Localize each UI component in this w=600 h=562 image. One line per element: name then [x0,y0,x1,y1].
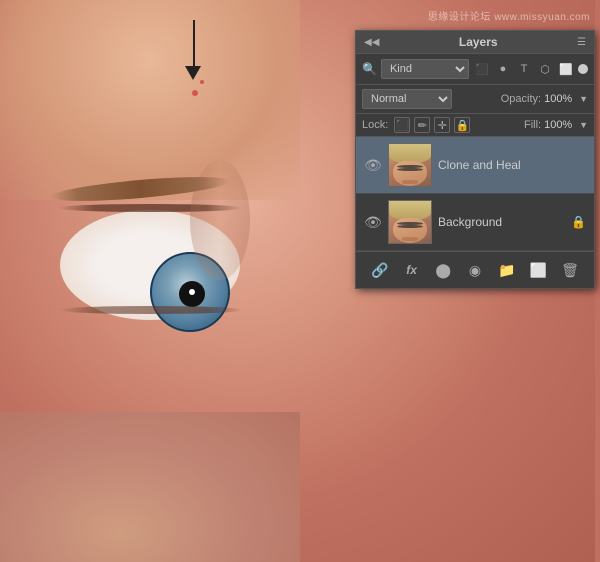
panel-title: Layers [459,35,498,49]
layer-name-2: Background [438,215,565,229]
filter-smart-icon[interactable]: ⬜ [557,60,575,78]
panel-collapse-icon[interactable]: ◀◀ [364,37,379,48]
panel-menu-icon[interactable]: ☰ [577,37,586,48]
layer-item-clone-heal[interactable]: 👁 Clone and Heal [356,137,594,194]
lock-label: Lock: [362,119,388,131]
filter-text-icon[interactable]: T [515,60,533,78]
fill-arrow[interactable]: ▼ [579,120,588,130]
delete-layer-btn[interactable]: 🗑 [558,258,582,282]
lock-paint-btn[interactable]: ✏ [414,117,430,133]
link-layers-btn[interactable]: 🔗 [368,258,392,282]
layer-name-1: Clone and Heal [438,158,586,172]
filter-kind-select[interactable]: Kind [381,59,469,79]
filter-active-dot [578,64,588,74]
pupil-highlight [189,289,195,295]
layer-lock-icon-2: 🔒 [571,215,586,229]
opacity-section: Opacity: 100% ▼ [501,93,588,105]
watermark: 思缘设计论坛 www.missyuan.com [428,8,590,23]
opacity-label: Opacity: [501,93,541,105]
opacity-arrow[interactable]: ▼ [579,94,588,104]
panel-footer: 🔗 fx ⬤ ◉ 📁 ⬜ 🗑 [356,251,594,288]
group-btn[interactable]: 📁 [495,258,519,282]
panel-titlebar: ◀◀ Layers ☰ [356,31,594,54]
filter-icons-group: ⬛ ● T ⬡ ⬜ [473,60,588,78]
fill-label: Fill: [524,119,541,131]
layer-thumbnail-1 [388,143,432,187]
pupil [179,281,205,307]
layer-visibility-toggle-1[interactable]: 👁 [364,157,382,174]
blend-mode-select[interactable]: Normal [362,89,452,109]
lock-row: Lock: ⬛ ✏ ✛ 🔒 Fill: 100% ▼ [356,114,594,137]
lock-pixels-btn[interactable]: ⬛ [394,117,410,133]
add-mask-btn[interactable]: ⬤ [431,258,455,282]
lock-icons-group: ⬛ ✏ ✛ 🔒 [394,117,470,133]
filter-search-icon: 🔍 [362,62,377,76]
layers-list: 👁 Clone and Heal 👁 [356,137,594,251]
filter-pixel-icon[interactable]: ⬛ [473,60,491,78]
new-layer-btn[interactable]: ⬜ [526,258,550,282]
blend-mode-row: Normal Opacity: 100% ▼ [356,85,594,114]
blemish-2 [200,80,204,84]
filter-shape-icon[interactable]: ⬡ [536,60,554,78]
fill-value[interactable]: 100% [544,119,576,131]
fill-section: Fill: 100% ▼ [524,119,588,131]
filter-adjust-icon[interactable]: ● [494,60,512,78]
eye-region [30,180,290,380]
layer-item-background[interactable]: 👁 Background 🔒 [356,194,594,251]
layer-visibility-toggle-2[interactable]: 👁 [364,214,382,231]
lock-all-btn[interactable]: 🔒 [454,117,470,133]
panel-title-icons: ☰ [577,37,586,48]
filter-row: 🔍 Kind ⬛ ● T ⬡ ⬜ [356,54,594,85]
adjustment-btn[interactable]: ◉ [463,258,487,282]
blemish-1 [192,90,198,96]
lock-move-btn[interactable]: ✛ [434,117,450,133]
opacity-value[interactable]: 100% [544,93,576,105]
fx-btn[interactable]: fx [400,258,424,282]
layers-panel: ◀◀ Layers ☰ 🔍 Kind ⬛ ● T ⬡ ⬜ Normal Opac… [355,30,595,289]
layer-thumbnail-2 [388,200,432,244]
